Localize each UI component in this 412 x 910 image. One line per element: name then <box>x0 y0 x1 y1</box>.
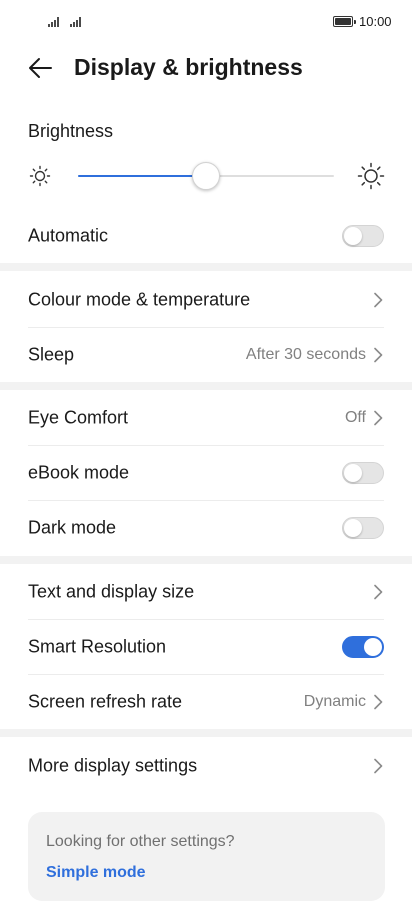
toggle-knob <box>344 464 362 482</box>
sleep-label: Sleep <box>28 344 75 365</box>
page-title: Display & brightness <box>74 54 303 80</box>
status-bar: 10:00 <box>0 0 412 44</box>
back-arrow-icon <box>29 58 52 78</box>
sleep-row[interactable]: Sleep After 30 seconds <box>0 328 412 382</box>
ebook-mode-label: eBook mode <box>28 462 130 483</box>
chevron-right-icon <box>372 409 384 427</box>
battery-icon <box>333 16 356 27</box>
dark-mode-row[interactable]: Dark mode <box>0 501 412 555</box>
colour-mode-label: Colour mode & temperature <box>28 289 251 310</box>
eye-comfort-row[interactable]: Eye Comfort Off <box>0 391 412 445</box>
chevron-right-icon <box>372 583 384 601</box>
more-display-settings-row[interactable]: More display settings <box>0 739 412 793</box>
chevron-right-icon <box>372 693 384 711</box>
more-display-settings-label: More display settings <box>28 755 198 776</box>
screen-refresh-rate-row[interactable]: Screen refresh rate Dynamic <box>0 675 412 729</box>
simple-mode-link[interactable]: Simple mode <box>46 864 146 882</box>
text-display-size-label: Text and display size <box>28 581 195 602</box>
section-separator <box>0 729 412 737</box>
brightness-low-icon <box>29 165 51 187</box>
sleep-value: After 30 seconds <box>245 346 366 363</box>
back-button[interactable] <box>22 52 58 84</box>
brightness-high-icon <box>357 162 385 190</box>
chevron-right-icon <box>372 291 384 309</box>
ebook-mode-toggle[interactable] <box>342 462 384 484</box>
chevron-right-icon <box>372 757 384 775</box>
screen-refresh-rate-value: Dynamic <box>303 693 366 710</box>
section-separator <box>0 556 412 564</box>
text-display-size-row[interactable]: Text and display size <box>0 565 412 619</box>
dark-mode-label: Dark mode <box>28 517 117 538</box>
brightness-slider-thumb[interactable] <box>192 162 220 190</box>
colour-mode-row[interactable]: Colour mode & temperature <box>0 273 412 327</box>
automatic-toggle[interactable] <box>342 225 384 247</box>
screen-refresh-rate-label: Screen refresh rate <box>28 691 183 712</box>
brightness-slider-fill <box>78 175 206 177</box>
chevron-right-icon <box>372 346 384 364</box>
toggle-knob <box>344 519 362 537</box>
status-time: 10:00 <box>359 14 392 29</box>
brightness-label: Brightness <box>28 121 114 141</box>
section-separator <box>0 382 412 390</box>
app-header: Display & brightness <box>0 44 412 92</box>
eye-comfort-label: Eye Comfort <box>28 407 129 428</box>
brightness-slider[interactable] <box>78 162 334 190</box>
other-settings-prompt: Looking for other settings? <box>46 833 235 850</box>
toggle-knob <box>344 227 362 245</box>
brightness-slider-row <box>0 156 412 198</box>
smart-resolution-label: Smart Resolution <box>28 636 167 657</box>
smart-resolution-toggle[interactable] <box>342 636 384 658</box>
ebook-mode-row[interactable]: eBook mode <box>0 446 412 500</box>
smart-resolution-row[interactable]: Smart Resolution <box>0 620 412 674</box>
dark-mode-toggle[interactable] <box>342 517 384 539</box>
signal-strength-icon-sim1 <box>48 15 59 27</box>
signal-strength-icon-sim2 <box>70 15 81 27</box>
eye-comfort-value: Off <box>344 409 366 426</box>
toggle-knob <box>364 638 382 656</box>
other-settings-card: Looking for other settings? Simple mode <box>28 812 385 901</box>
section-separator <box>0 263 412 271</box>
automatic-row[interactable]: Automatic <box>0 209 412 263</box>
automatic-label: Automatic <box>28 225 109 246</box>
